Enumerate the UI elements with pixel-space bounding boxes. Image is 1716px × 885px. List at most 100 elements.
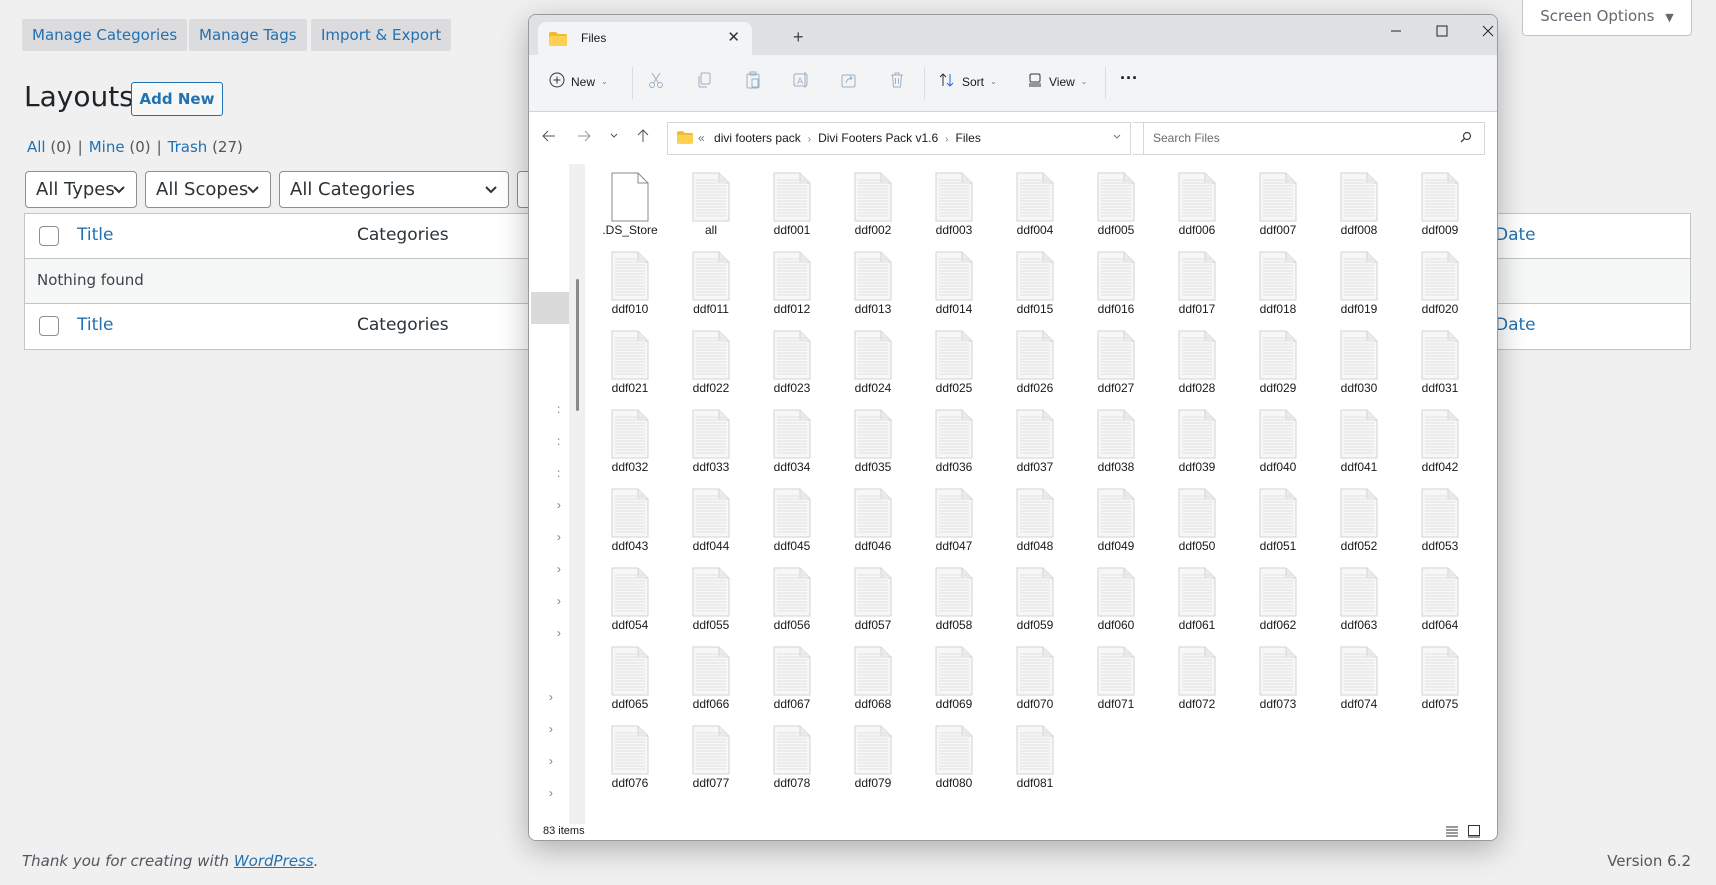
file-item[interactable]: ddf002 <box>833 166 913 245</box>
file-item[interactable]: ddf005 <box>1076 166 1156 245</box>
add-new-button[interactable]: Add New <box>131 82 223 116</box>
details-view-button[interactable] <box>1445 824 1459 840</box>
breadcrumb-overflow[interactable]: « <box>698 131 705 145</box>
file-item[interactable]: ddf015 <box>995 245 1075 324</box>
file-item[interactable]: ddf066 <box>671 640 751 719</box>
cut-icon[interactable] <box>646 71 666 91</box>
copy-icon[interactable] <box>694 71 714 91</box>
view-all-link[interactable]: All (0) <box>27 138 72 156</box>
file-item[interactable]: ddf018 <box>1238 245 1318 324</box>
expand-chevron-icon[interactable]: › <box>557 530 561 544</box>
column-title-sort[interactable]: Title <box>77 225 113 245</box>
filter-types-select[interactable]: All Types <box>25 171 137 208</box>
column-date-sort[interactable]: Date <box>1495 225 1536 245</box>
chevron-right-icon[interactable]: › <box>808 134 811 145</box>
file-item[interactable]: .DS_Store <box>590 166 670 245</box>
file-item[interactable]: ddf023 <box>752 324 832 403</box>
file-item[interactable]: ddf003 <box>914 166 994 245</box>
file-item[interactable]: ddf019 <box>1319 245 1399 324</box>
file-item[interactable]: ddf001 <box>752 166 832 245</box>
file-item[interactable]: ddf059 <box>995 561 1075 640</box>
file-item[interactable]: ddf037 <box>995 403 1075 482</box>
address-bar[interactable]: « divi footers pack › Divi Footers Pack v1… <box>667 122 1131 155</box>
import-export-button[interactable]: Import & Export <box>311 19 452 51</box>
paste-icon[interactable] <box>743 71 763 91</box>
file-item[interactable]: ddf020 <box>1400 245 1480 324</box>
file-item[interactable]: ddf007 <box>1238 166 1318 245</box>
file-item[interactable]: ddf051 <box>1238 482 1318 561</box>
view-trash-link[interactable]: Trash (27) <box>168 138 243 156</box>
address-history-dropdown[interactable] <box>1112 130 1122 147</box>
file-item[interactable]: ddf009 <box>1400 166 1480 245</box>
search-input[interactable]: Search Files <box>1143 122 1485 155</box>
file-item[interactable]: ddf053 <box>1400 482 1480 561</box>
file-item[interactable]: ddf046 <box>833 482 913 561</box>
file-item[interactable]: ddf068 <box>833 640 913 719</box>
expand-chevron-icon[interactable]: › <box>549 722 553 736</box>
file-item[interactable]: ddf012 <box>752 245 832 324</box>
up-button[interactable] <box>636 129 650 147</box>
wordpress-link[interactable]: WordPress <box>234 852 314 870</box>
file-item[interactable]: ddf064 <box>1400 561 1480 640</box>
file-item[interactable]: ddf033 <box>671 403 751 482</box>
file-item[interactable]: ddf030 <box>1319 324 1399 403</box>
window-close-button[interactable] <box>1473 21 1497 45</box>
file-item[interactable]: ddf076 <box>590 719 670 798</box>
file-item[interactable]: ddf025 <box>914 324 994 403</box>
file-item[interactable]: ddf081 <box>995 719 1075 798</box>
file-item[interactable]: ddf060 <box>1076 561 1156 640</box>
file-item[interactable]: ddf011 <box>671 245 751 324</box>
column-date-sort-footer[interactable]: Date <box>1495 315 1536 335</box>
file-item[interactable]: ddf039 <box>1157 403 1237 482</box>
file-item[interactable]: ddf036 <box>914 403 994 482</box>
file-item[interactable]: ddf049 <box>1076 482 1156 561</box>
expand-chevron-icon[interactable]: › <box>557 594 561 608</box>
file-item[interactable]: ddf026 <box>995 324 1075 403</box>
file-item[interactable]: ddf062 <box>1238 561 1318 640</box>
file-item[interactable]: ddf048 <box>995 482 1075 561</box>
new-button[interactable]: New ⌄ <box>549 72 608 91</box>
file-item[interactable]: ddf032 <box>590 403 670 482</box>
file-item[interactable]: ddf017 <box>1157 245 1237 324</box>
maximize-button[interactable] <box>1427 21 1457 45</box>
nav-scrollbar-thumb[interactable] <box>576 279 579 411</box>
chevron-right-icon[interactable]: › <box>945 134 948 145</box>
file-item[interactable]: ddf043 <box>590 482 670 561</box>
minimize-button[interactable] <box>1381 21 1411 45</box>
file-item[interactable]: ddf044 <box>671 482 751 561</box>
file-item[interactable]: all <box>671 166 751 245</box>
title-bar[interactable]: Files ✕ + <box>529 15 1497 55</box>
file-item[interactable]: ddf063 <box>1319 561 1399 640</box>
expand-chevron-icon[interactable]: › <box>549 786 553 800</box>
file-item[interactable]: ddf028 <box>1157 324 1237 403</box>
screen-options-button[interactable]: Screen Options ▼ <box>1522 0 1692 36</box>
expand-chevron-icon[interactable]: › <box>549 754 553 768</box>
new-tab-button[interactable]: + <box>793 27 804 48</box>
breadcrumb-item[interactable]: Divi Footers Pack v1.6 <box>818 131 938 145</box>
sort-button[interactable]: Sort ⌄ <box>938 72 997 91</box>
close-tab-icon[interactable]: ✕ <box>727 28 740 46</box>
file-item[interactable]: ddf016 <box>1076 245 1156 324</box>
file-item[interactable]: ddf074 <box>1319 640 1399 719</box>
delete-icon[interactable] <box>887 71 907 91</box>
file-item[interactable]: ddf008 <box>1319 166 1399 245</box>
view-button[interactable]: View ⌄ <box>1027 72 1088 91</box>
file-item[interactable]: ddf045 <box>752 482 832 561</box>
file-item[interactable]: ddf038 <box>1076 403 1156 482</box>
file-item[interactable]: ddf034 <box>752 403 832 482</box>
file-item[interactable]: ddf080 <box>914 719 994 798</box>
file-item[interactable]: ddf065 <box>590 640 670 719</box>
file-item[interactable]: ddf072 <box>1157 640 1237 719</box>
file-item[interactable]: ddf070 <box>995 640 1075 719</box>
file-item[interactable]: ddf057 <box>833 561 913 640</box>
breadcrumb-item-current[interactable]: Files <box>955 131 980 145</box>
file-item[interactable]: ddf042 <box>1400 403 1480 482</box>
expand-chevron-icon[interactable]: › <box>549 690 553 704</box>
file-item[interactable]: ddf061 <box>1157 561 1237 640</box>
manage-categories-button[interactable]: Manage Categories <box>22 19 188 51</box>
file-item[interactable]: ddf013 <box>833 245 913 324</box>
file-item[interactable]: ddf047 <box>914 482 994 561</box>
file-item[interactable]: ddf031 <box>1400 324 1480 403</box>
recent-locations-button[interactable] <box>609 129 619 147</box>
nav-selected-item[interactable] <box>531 292 569 324</box>
